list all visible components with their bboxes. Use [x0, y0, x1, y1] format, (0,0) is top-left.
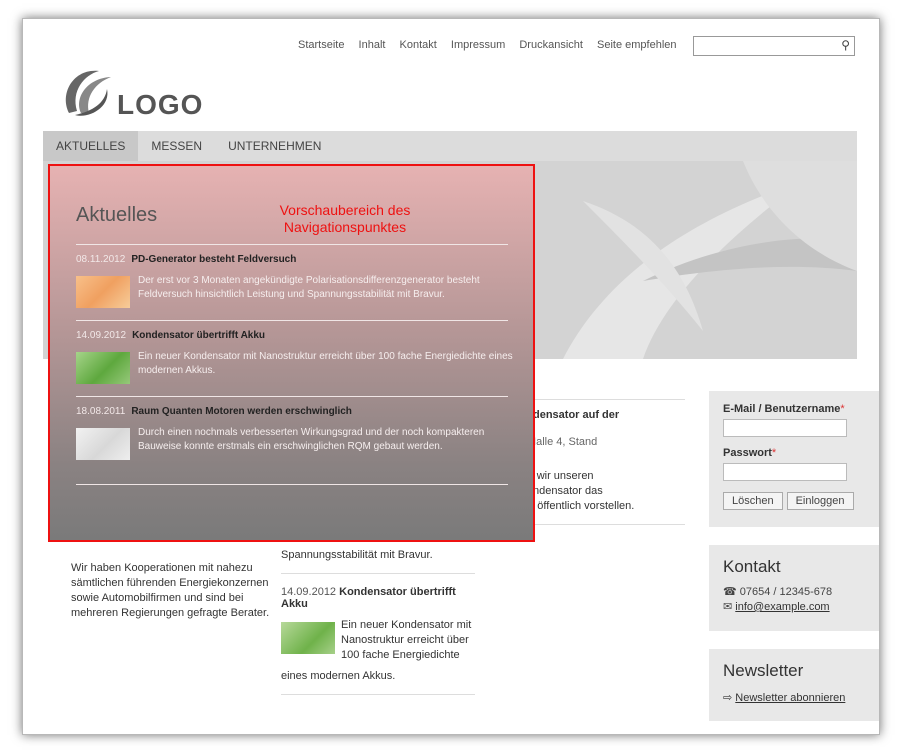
username-label: E-Mail / Benutzername*: [723, 403, 845, 415]
tab-unternehmen[interactable]: UNTERNEHMEN: [215, 131, 334, 161]
logo[interactable]: LOGO: [59, 63, 202, 123]
preview-item-thumbnail[interactable]: [76, 428, 130, 460]
preview-news-item[interactable]: 18.08.2011 Raum Quanten Motoren werden er…: [76, 406, 516, 482]
divider: [281, 694, 475, 695]
preview-item-thumbnail[interactable]: [76, 352, 130, 384]
nav-link-impressum[interactable]: Impressum: [451, 39, 505, 51]
nav-preview-dropdown: Aktuelles Vorschaubereich des Navigation…: [48, 164, 535, 542]
top-navigation: Startseite Inhalt Kontakt Impressum Druc…: [298, 39, 688, 51]
nav-link-kontakt[interactable]: Kontakt: [400, 39, 437, 51]
logo-text: LOGO: [117, 89, 204, 120]
news-item-text-part1: Ein neuer Kondensator mit Nanostruktur e…: [341, 619, 472, 661]
preview-title: Aktuelles: [76, 204, 158, 226]
reset-button[interactable]: Löschen: [723, 492, 783, 510]
preview-item-thumbnail[interactable]: [76, 276, 130, 308]
phone-icon: ☎: [723, 586, 737, 598]
contact-phone: 07654 / 12345-678: [739, 586, 833, 598]
arrow-link-icon: ⇨: [723, 692, 733, 704]
preview-annotation-line1: Vorschaubereich des: [279, 202, 411, 218]
preview-item-title[interactable]: Kondensator übertrifft Akku: [132, 330, 265, 341]
nav-link-inhalt[interactable]: Inhalt: [359, 39, 386, 51]
nav-link-seite-empfehlen[interactable]: Seite empfehlen: [597, 39, 677, 51]
login-button[interactable]: Einloggen: [786, 492, 854, 510]
main-navigation: AKTUELLES MESSEN UNTERNEHMEN: [43, 131, 857, 161]
preview-news-item[interactable]: 14.09.2012 Kondensator übertrifft Akku Ei…: [76, 330, 516, 390]
preview-annotation-line2: Navigationspunktes: [283, 219, 407, 235]
contact-email-link[interactable]: info@example.com: [735, 601, 829, 613]
newsletter-title: Newsletter: [723, 661, 804, 680]
search-box: ⚲: [693, 36, 855, 56]
logo-mark-icon: [65, 70, 111, 116]
divider: [76, 484, 508, 485]
newsletter-subscribe-link[interactable]: Newsletter abonnieren: [735, 692, 845, 704]
password-input[interactable]: [723, 463, 847, 481]
news-item-heading[interactable]: 14.09.2012 Kondensator übertrifft Akku: [281, 586, 475, 610]
preview-item-text: Der erst vor 3 Monaten angekündigte Pola…: [138, 275, 480, 300]
preview-item-date: 18.08.2011: [76, 406, 126, 417]
divider: [281, 573, 475, 574]
news-snippet-tail: Spannungsstabilität mit Bravur.: [281, 549, 433, 561]
preview-item-text: Durch einen nochmals verbesserten Wirkun…: [138, 427, 485, 452]
tab-aktuelles[interactable]: AKTUELLES: [43, 131, 139, 161]
preview-item-date: 14.09.2012: [76, 330, 127, 341]
nav-link-druckansicht[interactable]: Druckansicht: [519, 39, 583, 51]
news-column: Spannungsstabilität mit Bravur. 14.09.20…: [281, 549, 475, 695]
username-input[interactable]: [723, 419, 847, 437]
news-item-text-part2: eines modernen Akkus.: [281, 670, 396, 682]
preview-item-title[interactable]: Raum Quanten Motoren werden erschwinglic…: [131, 406, 352, 417]
preview-item-date: 08.11.2012: [76, 254, 126, 265]
divider: [76, 396, 508, 397]
contact-box: Kontakt ☎ 07654 / 12345-678 ✉ info@examp…: [709, 545, 879, 631]
divider: [76, 320, 508, 321]
preview-annotation: Vorschaubereich des Navigationspunktes: [255, 202, 435, 236]
mail-icon: ✉: [723, 601, 733, 613]
about-text: Wir haben Kooperationen mit nahezu sämtl…: [71, 562, 270, 619]
preview-item-title[interactable]: PD-Generator besteht Feldversuch: [131, 254, 296, 265]
login-box: E-Mail / Benutzername* Passwort* Löschen…: [709, 391, 879, 527]
tab-messen[interactable]: MESSEN: [138, 131, 215, 161]
preview-news-item[interactable]: 08.11.2012 PD-Generator besteht Feldversu…: [76, 254, 516, 314]
nav-link-startseite[interactable]: Startseite: [298, 39, 344, 51]
magnifier-icon[interactable]: ⚲: [841, 38, 850, 52]
news-item-thumbnail[interactable]: [281, 622, 335, 654]
contact-title: Kontakt: [723, 557, 781, 576]
search-input[interactable]: [694, 39, 837, 55]
preview-item-text: Ein neuer Kondensator mit Nanostruktur e…: [138, 351, 513, 376]
newsletter-box: Newsletter ⇨ Newsletter abonnieren: [709, 649, 879, 721]
password-label: Passwort*: [723, 447, 777, 459]
news-item-date: 14.09.2012: [281, 586, 337, 598]
divider: [76, 244, 508, 245]
